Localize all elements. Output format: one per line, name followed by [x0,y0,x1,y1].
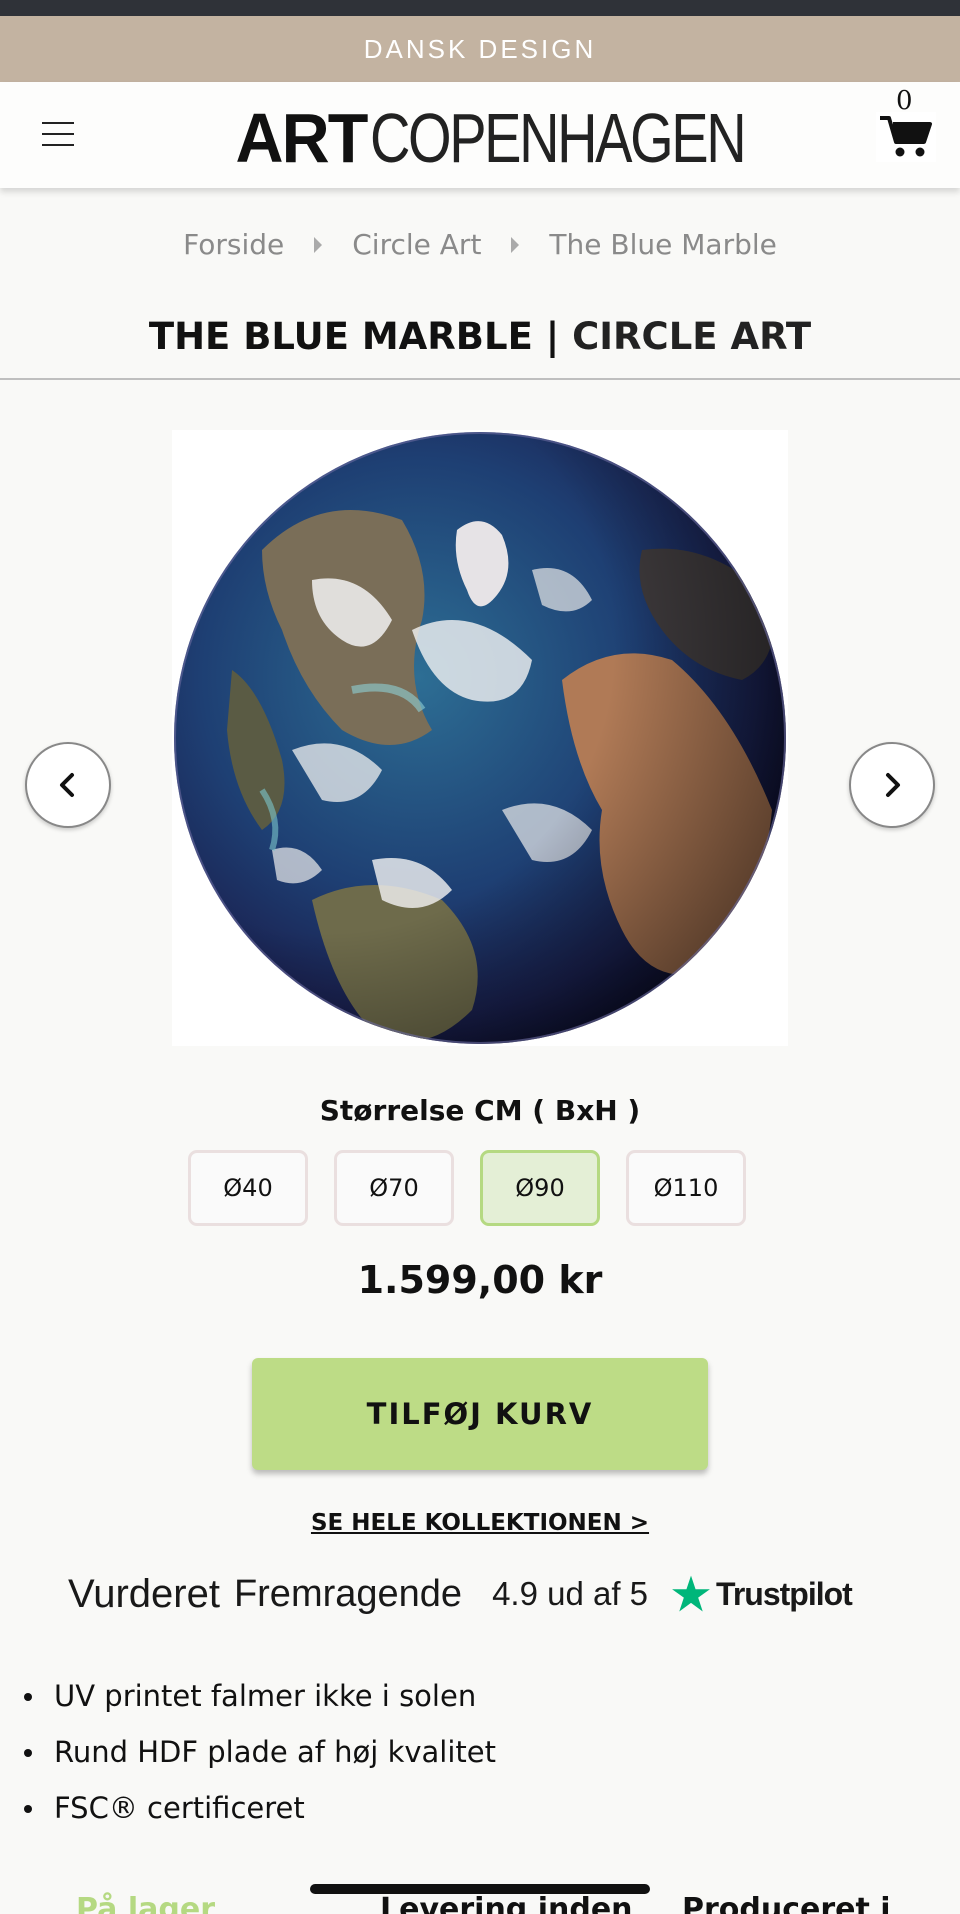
breadcrumb-item[interactable]: Circle Art [352,228,481,261]
title-category: CIRCLE ART [572,315,812,358]
rating-score: 4.9 ud af 5 [492,1575,649,1612]
promo-bar: DANSK DESIGN [0,16,960,82]
site-logo[interactable]: ART COPENHAGEN [232,98,838,178]
size-option-selected[interactable]: Ø90 [480,1150,600,1226]
price: 1.599,00 kr [357,1258,603,1302]
see-collection-link[interactable]: SE HELE KOLLEKTIONEN > [0,1510,960,1536]
size-selector: Ø40 Ø70 Ø90 Ø110 [188,1150,746,1226]
trustpilot-logo[interactable]: Trustpilot [670,1573,853,1615]
breadcrumb-arrow-icon [511,236,520,253]
title-separator: | [532,315,573,358]
tab-delivery[interactable]: Levering inden [380,1892,633,1914]
home-indicator [310,1884,650,1894]
feature-item: Rund HDF plade af høj kvalitet [24,1724,496,1780]
info-tabs: På lager Levering inden Produceret i [0,1892,960,1914]
carousel-prev-button[interactable] [25,742,111,828]
cart-button[interactable]: 0 [876,86,936,166]
breadcrumb-item-current: The Blue Marble [549,228,777,261]
tab-in-stock[interactable]: På lager [76,1892,215,1914]
chevron-left-icon [60,773,74,797]
cart-icon [876,112,936,162]
carousel-next-button[interactable] [849,742,935,828]
breadcrumb-item[interactable]: Forside [183,228,284,261]
product-image[interactable] [172,430,788,1046]
trustpilot-star-icon [672,1575,710,1612]
size-option[interactable]: Ø70 [334,1150,454,1226]
breadcrumb-arrow-icon [314,236,323,253]
hamburger-icon[interactable] [42,122,76,146]
size-option[interactable]: Ø110 [626,1150,746,1226]
feature-item: FSC® certificeret [24,1780,496,1836]
breadcrumb: Forside Circle Art The Blue Marble [0,228,960,261]
logo-thin-text: COPENHAGEN [369,99,747,177]
site-header: ART COPENHAGEN 0 [0,82,960,188]
earth-globe-image [174,432,786,1044]
chevron-right-icon [886,773,900,797]
add-to-cart-button[interactable]: TILFØJ KURV [252,1358,708,1470]
page-title: THE BLUE MARBLE | CIRCLE ART [0,315,960,358]
promo-text: DANSK DESIGN [363,33,597,64]
feature-list: UV printet falmer ikke i solen Rund HDF … [24,1668,496,1836]
logo-bold-text: ART [235,99,368,177]
trustpilot-rating: Vurderet Fremragende 4.9 ud af 5 Trustpi… [68,1562,908,1626]
tab-produced[interactable]: Produceret i [682,1892,891,1914]
status-bar [0,0,960,16]
rating-word: Fremragende [233,1572,463,1615]
size-label: Størrelse CM ( BxH ) [319,1094,641,1127]
title-main: THE BLUE MARBLE [148,315,533,358]
rating-prefix: Vurderet [68,1571,220,1616]
trustpilot-label: Trustpilot [716,1575,853,1612]
size-option[interactable]: Ø40 [188,1150,308,1226]
divider [0,378,960,380]
feature-item: UV printet falmer ikke i solen [24,1668,496,1724]
